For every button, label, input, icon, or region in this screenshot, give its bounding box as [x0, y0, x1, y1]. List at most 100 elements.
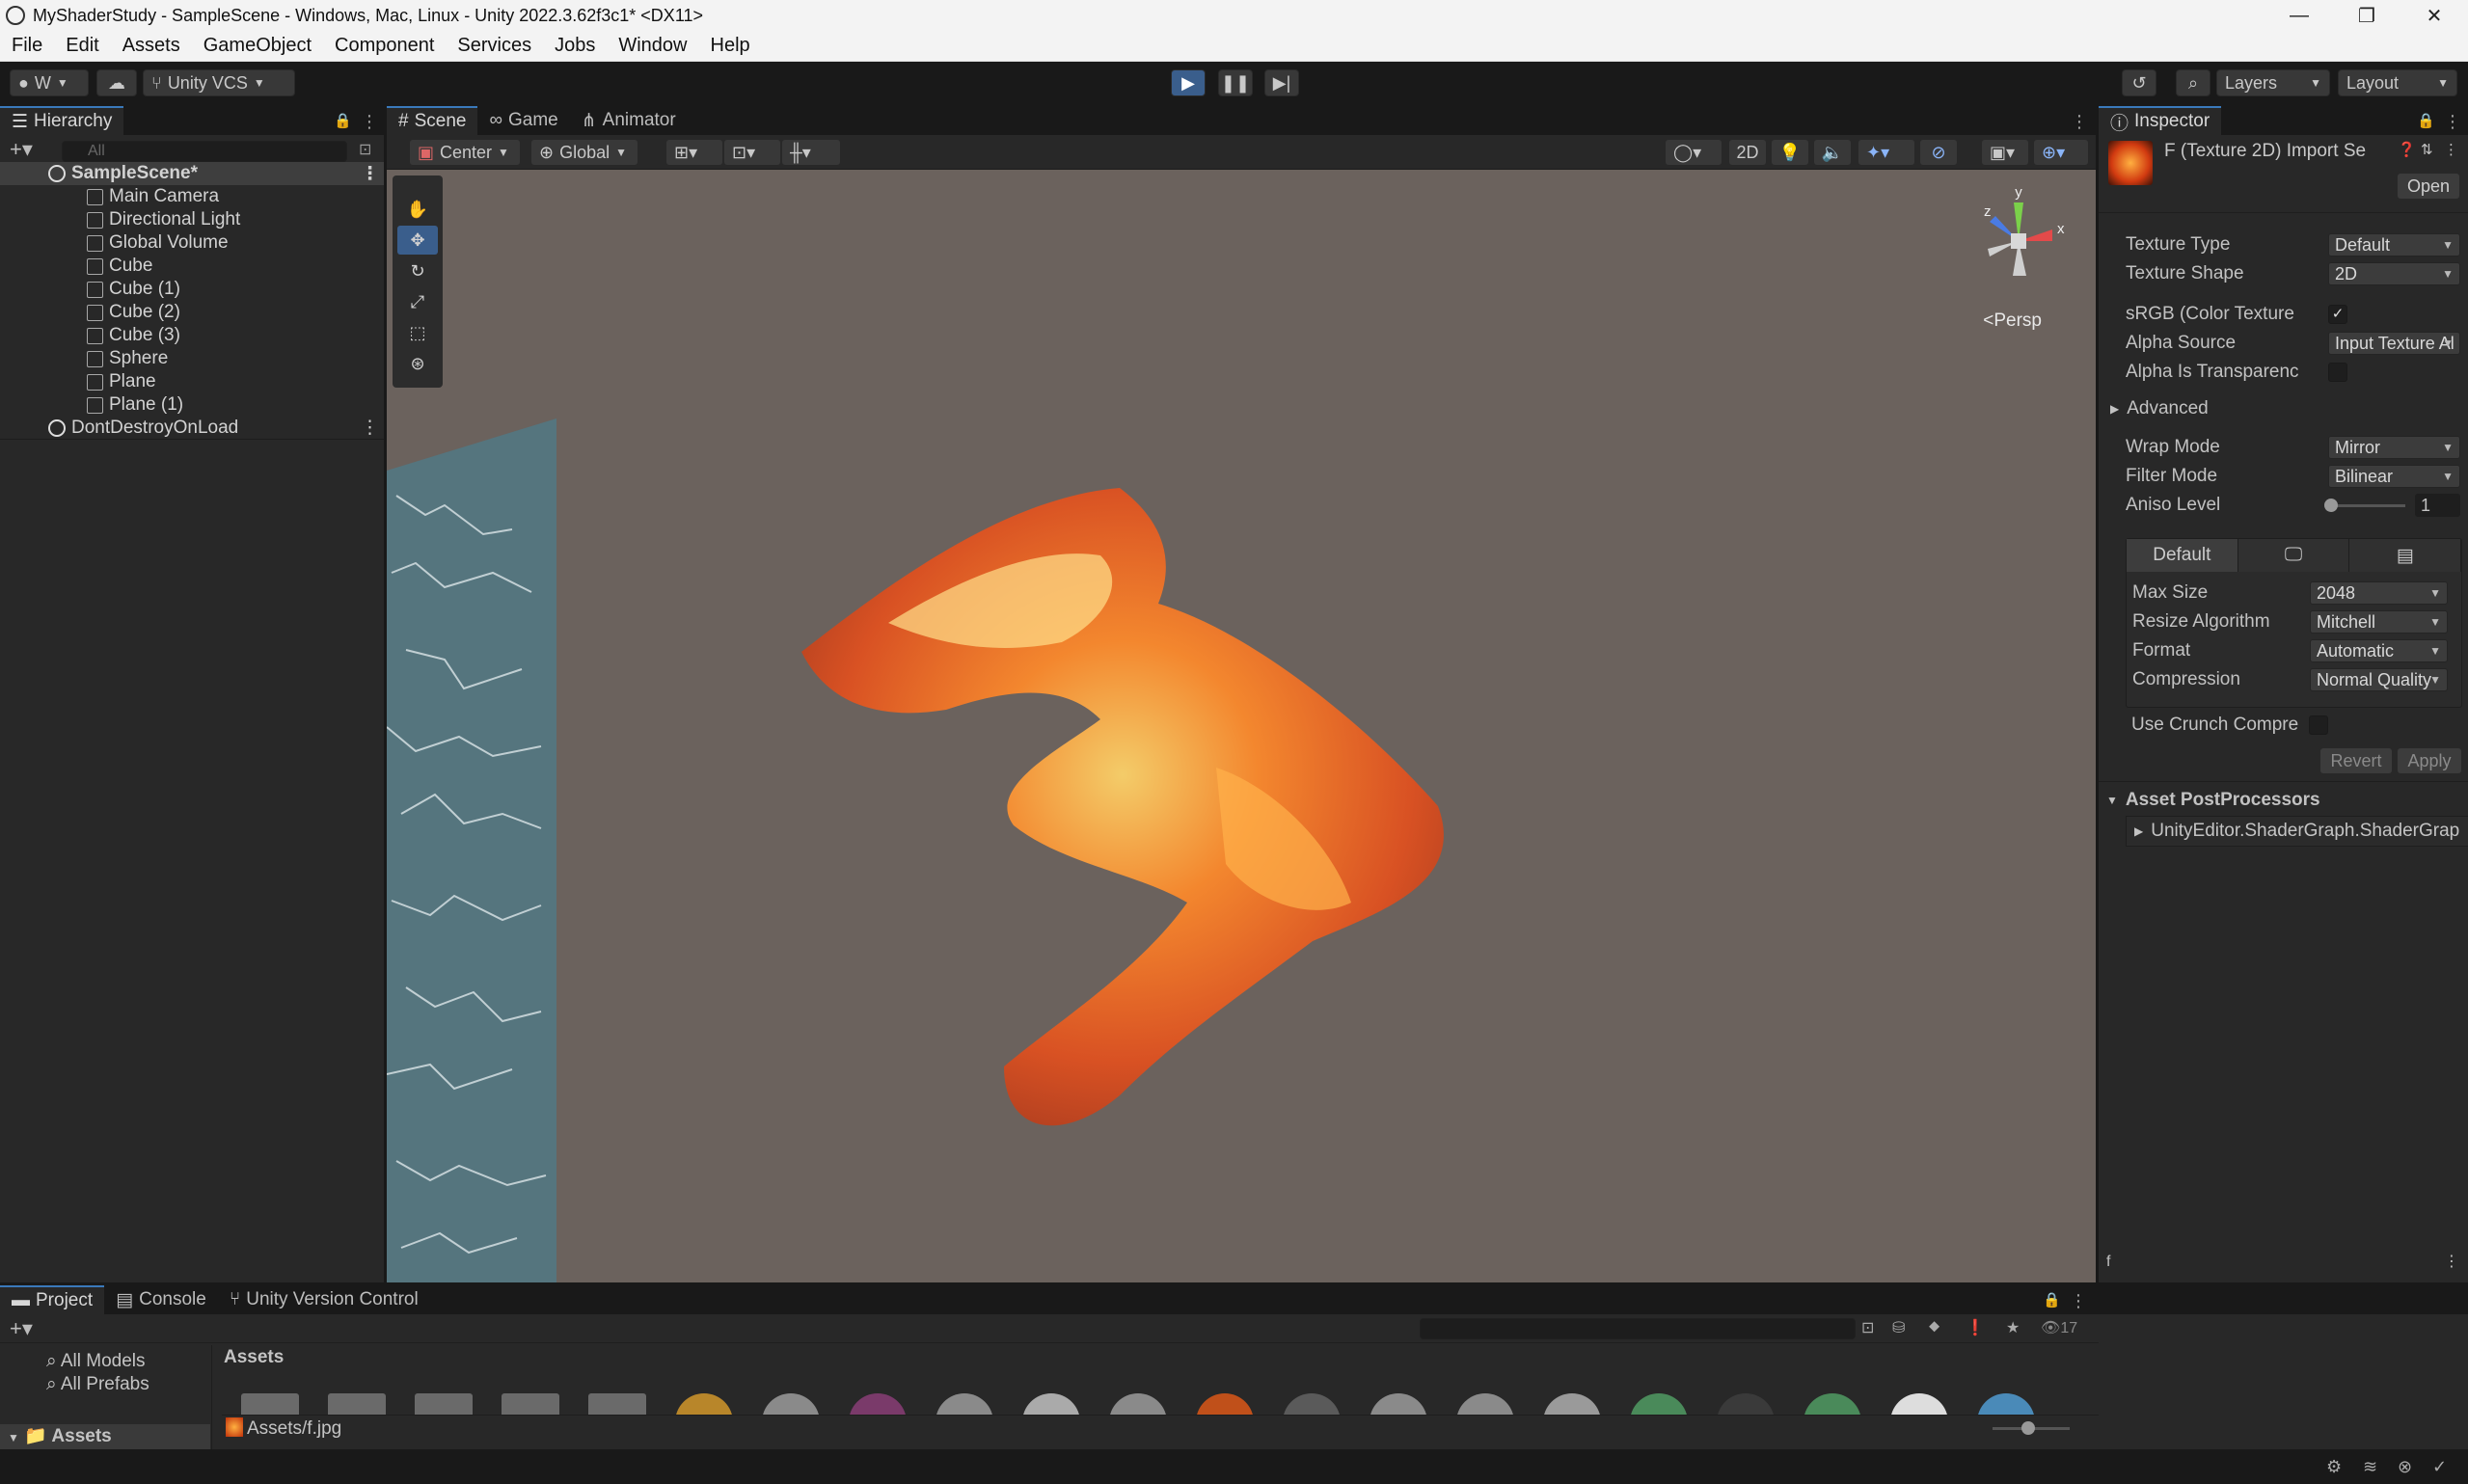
asset-thumbnail[interactable] [1804, 1393, 1861, 1417]
alpha-transparency-checkbox[interactable] [2328, 363, 2347, 382]
more-options-icon[interactable]: ⋮ [2444, 141, 2458, 158]
tab-platform-default[interactable]: Default [2127, 539, 2238, 572]
filter-type-icon[interactable]: ⛁ [1892, 1318, 1905, 1337]
scale-tool-button[interactable]: ⤢ [397, 287, 438, 316]
more-options-icon[interactable]: ⋮ [2444, 1252, 2459, 1271]
favorite-all-models[interactable]: ⌕ All Models [46, 1351, 146, 1372]
hierarchy-item[interactable]: Cube (3) [0, 324, 384, 347]
menu-gameobject[interactable]: GameObject [192, 35, 323, 57]
asset-thumbnail[interactable] [1283, 1393, 1341, 1417]
tab-version-control[interactable]: ⑂ Unity Version Control [218, 1285, 430, 1314]
close-button[interactable]: ✕ [2400, 0, 2468, 31]
tab-hierarchy[interactable]: ☰ Hierarchy [0, 106, 124, 135]
asset-thumbnail[interactable] [936, 1393, 993, 1417]
resize-algorithm-dropdown[interactable]: Mitchell ▼ [2310, 610, 2448, 634]
step-button[interactable]: ▶| [1264, 69, 1299, 96]
draw-mode-dropdown[interactable]: ◯▾ [1666, 140, 1722, 165]
projection-toggle[interactable]: <Persp [1983, 310, 2042, 332]
asset-thumbnail[interactable] [1717, 1393, 1775, 1417]
asset-thumbnail[interactable] [849, 1393, 907, 1417]
orientation-gizmo[interactable]: y x z [1970, 183, 2067, 299]
lock-icon[interactable]: 🔒 [2043, 1291, 2061, 1309]
asset-thumbnail[interactable] [241, 1393, 299, 1417]
menu-window[interactable]: Window [607, 35, 698, 57]
tree-item-assets[interactable]: ▼ 📁 Assets [0, 1424, 210, 1449]
asset-thumbnail[interactable] [328, 1393, 386, 1417]
check-icon[interactable]: ✓ [2432, 1457, 2447, 1477]
hierarchy-item[interactable]: Cube (2) [0, 301, 384, 324]
search-filter-icon[interactable]: ⊡ [359, 140, 371, 159]
asset-thumbnail[interactable] [1022, 1393, 1080, 1417]
cloud-button[interactable]: ☁ [96, 69, 137, 96]
more-options-icon[interactable]: ⋮ [2071, 112, 2088, 132]
camera-dropdown[interactable]: ▣▾ [1982, 140, 2028, 165]
aniso-slider-track[interactable] [2328, 504, 2405, 507]
open-button[interactable]: Open [2398, 174, 2459, 199]
aniso-level-input[interactable]: 1 [2415, 494, 2460, 517]
srgb-checkbox[interactable]: ✓ [2328, 305, 2347, 324]
layout-dropdown[interactable]: Layout ▼ [2338, 69, 2457, 96]
texture-type-dropdown[interactable]: Default ▼ [2328, 233, 2460, 256]
asset-thumbnail[interactable] [1630, 1393, 1688, 1417]
tab-project[interactable]: ▬ Project [0, 1285, 105, 1314]
postprocessors-foldout[interactable]: ▼ Asset PostProcessors [2106, 787, 2460, 814]
scene-viewport[interactable]: ✋ ✥ ↻ ⤢ ⬚ ⊛ y x z <Persp [387, 170, 2096, 1282]
debug-icon[interactable]: ⚙ [2326, 1457, 2342, 1477]
tab-animator[interactable]: ⋔ Animator [570, 106, 688, 135]
rotate-tool-button[interactable]: ↻ [397, 256, 438, 285]
apply-button[interactable]: Apply [2398, 748, 2461, 773]
asset-thumbnail[interactable] [1543, 1393, 1601, 1417]
tab-console[interactable]: ▤ Console [104, 1285, 218, 1314]
postprocessor-item[interactable]: ▶ UnityEditor.ShaderGraph.ShaderGrap [2126, 816, 2468, 847]
tab-platform-webgl[interactable]: ▤ [2349, 539, 2462, 572]
vcs-dropdown[interactable]: ⑂ Unity VCS ▼ [143, 69, 295, 96]
asset-thumbnail[interactable] [502, 1393, 559, 1417]
hierarchy-scene-row[interactable]: SampleScene* ⋮ [0, 162, 384, 185]
hierarchy-dontdestroy-row[interactable]: DontDestroyOnLoad ⋮ [0, 417, 384, 440]
asset-thumbnail[interactable] [762, 1393, 820, 1417]
help-icon[interactable]: ❓ [2398, 141, 2416, 158]
asset-thumbnail[interactable] [415, 1393, 473, 1417]
wrap-mode-dropdown[interactable]: Mirror ▼ [2328, 436, 2460, 459]
hierarchy-item[interactable]: Plane (1) [0, 393, 384, 417]
more-options-icon[interactable]: ⋮ [361, 112, 378, 132]
asset-thumbnail[interactable] [675, 1393, 733, 1417]
hierarchy-item[interactable]: Directional Light [0, 208, 384, 231]
more-options-icon[interactable]: ⋮ [361, 163, 379, 185]
asset-thumbnail[interactable] [1456, 1393, 1514, 1417]
lock-icon[interactable]: 🔒 [334, 112, 352, 129]
menu-jobs[interactable]: Jobs [543, 35, 607, 57]
more-options-icon[interactable]: ⋮ [2444, 112, 2461, 132]
more-options-icon[interactable]: ⋮ [2070, 1291, 2087, 1311]
layers-status-icon[interactable]: ≋ [2363, 1457, 2377, 1477]
grid-button[interactable]: ⊡▾ [724, 140, 780, 165]
transform-tool-button[interactable]: ⊛ [397, 349, 438, 378]
rect-tool-button[interactable]: ⬚ [397, 318, 438, 347]
hierarchy-item[interactable]: Main Camera [0, 185, 384, 208]
menu-edit[interactable]: Edit [54, 35, 110, 57]
texture-shape-dropdown[interactable]: 2D ▼ [2328, 262, 2460, 285]
aniso-slider-handle[interactable] [2324, 499, 2338, 512]
format-dropdown[interactable]: Automatic ▼ [2310, 639, 2448, 662]
hand-tool-button[interactable]: ✋ [397, 195, 438, 224]
zoom-slider-handle[interactable] [2021, 1421, 2035, 1435]
alert-icon[interactable]: ❗ [1966, 1318, 1985, 1337]
visibility-toggle[interactable]: ⊘ [1920, 140, 1957, 165]
audio-toggle[interactable]: 🔈 [1814, 140, 1851, 165]
layers-dropdown[interactable]: Layers ▼ [2216, 69, 2330, 96]
star-icon[interactable]: ★ [2006, 1318, 2020, 1337]
advanced-foldout[interactable]: ▶ Advanced [2110, 395, 2460, 422]
filter-mode-dropdown[interactable]: Bilinear ▼ [2328, 465, 2460, 488]
label-icon[interactable]: ⬥ [1929, 1318, 1939, 1336]
gizmos-dropdown[interactable]: ⊕▾ [2034, 140, 2088, 165]
toggle-2d-button[interactable]: 2D [1729, 140, 1766, 165]
menu-file[interactable]: File [0, 35, 54, 57]
crunch-checkbox[interactable] [2309, 715, 2328, 735]
hierarchy-item[interactable]: Plane [0, 370, 384, 393]
hierarchy-item[interactable]: Cube (1) [0, 278, 384, 301]
hierarchy-item[interactable]: Cube [0, 255, 384, 278]
compression-dropdown[interactable]: Normal Quality ▼ [2310, 668, 2448, 691]
lock-icon[interactable]: 🔒 [2417, 112, 2435, 129]
space-dropdown[interactable]: ⊕ Global ▼ [531, 140, 637, 165]
favorite-all-prefabs[interactable]: ⌕ All Prefabs [46, 1374, 149, 1395]
